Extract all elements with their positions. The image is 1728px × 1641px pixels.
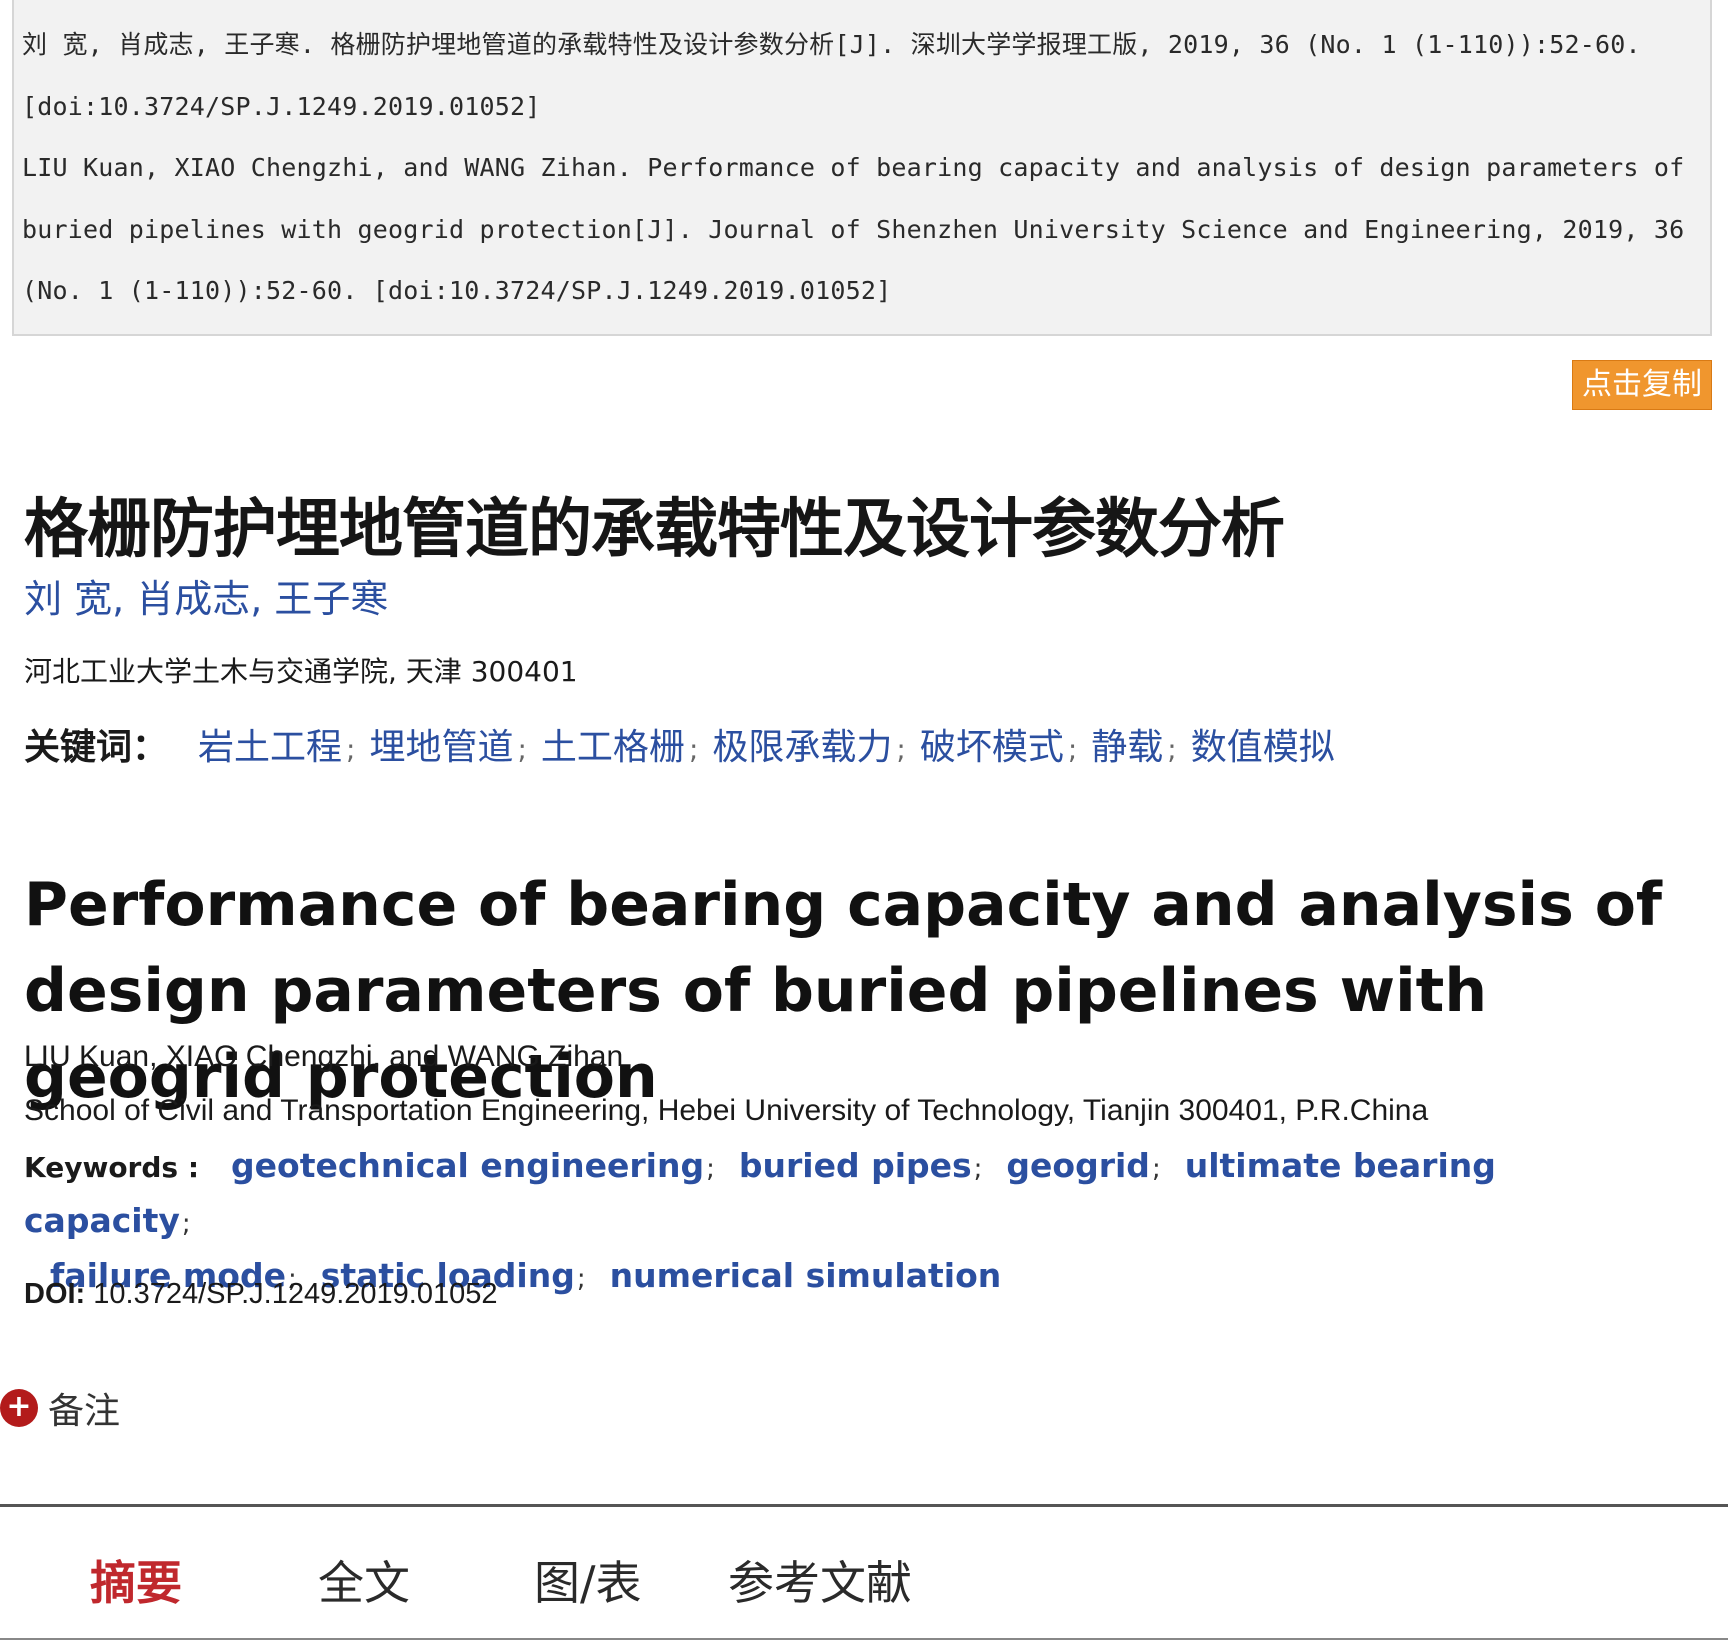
keyword-link-cn[interactable]: 极限承载力	[712, 727, 892, 768]
authors-en: LIU Kuan, XIAO Chengzhi, and WANG Zihan	[24, 1040, 624, 1073]
copy-citation-button[interactable]: 点击复制	[1572, 360, 1712, 410]
keyword-link-cn[interactable]: 埋地管道	[369, 727, 513, 768]
keyword-link-cn[interactable]: 数值模拟	[1191, 727, 1335, 768]
keyword-link-en[interactable]: numerical simulation	[610, 1256, 1002, 1295]
keyword-link-cn[interactable]: 破坏模式	[920, 727, 1064, 768]
section-tab-bar: 摘要 全文 图/表 参考文献	[0, 1507, 1728, 1639]
tab-figures-tables[interactable]: 图/表	[534, 1547, 642, 1613]
doi-line: DOI: 10.3724/SP.J.1249.2019.01052	[24, 1278, 498, 1311]
citation-text-cn: 刘 宽, 肖成志, 王子寒. 格栅防护埋地管道的承载特性及设计参数分析[J]. …	[22, 30, 1641, 121]
article-title-en: Performance of bearing capacity and anal…	[24, 870, 1663, 1112]
authors-cn[interactable]: 刘 宽, 肖成志, 王子寒	[24, 568, 388, 623]
notes-toggle[interactable]: + 备注	[0, 1386, 120, 1432]
citation-text-en: LIU Kuan, XIAO Chengzhi, and WANG Zihan.…	[22, 153, 1685, 305]
keyword-link-en[interactable]: geotechnical engineering	[231, 1146, 704, 1185]
keyword-link-cn[interactable]: 岩土工程	[198, 727, 342, 768]
plus-circle-icon: +	[0, 1389, 38, 1427]
tab-fulltext[interactable]: 全文	[318, 1547, 410, 1613]
keyword-link-en[interactable]: buried pipes	[739, 1146, 972, 1185]
tab-abstract[interactable]: 摘要	[90, 1547, 182, 1613]
notes-label: 备注	[48, 1391, 121, 1432]
doi-label: DOI:	[24, 1278, 86, 1310]
affiliation-cn: 河北工业大学土木与交通学院, 天津 300401	[24, 655, 578, 688]
keywords-cn: 关键词： 岩土工程; 埋地管道; 土工格栅; 极限承载力; 破坏模式; 静载; 数值模拟	[24, 727, 1335, 768]
article-title-cn: 格栅防护埋地管道的承载特性及设计参数分析	[24, 493, 1285, 567]
keyword-link-cn[interactable]: 静载	[1091, 727, 1163, 768]
keyword-link-cn[interactable]: 土工格栅	[541, 727, 685, 768]
tab-bar-bottom-border	[0, 1638, 1728, 1640]
keywords-label-en: Keywords :	[24, 1151, 200, 1184]
affiliation-en: School of Civil and Transportation Engin…	[24, 1094, 1429, 1127]
keywords-label-cn: 关键词：	[24, 727, 169, 768]
doi-value: 10.3724/SP.J.1249.2019.01052	[93, 1278, 498, 1310]
citation-box: 刘 宽, 肖成志, 王子寒. 格栅防护埋地管道的承载特性及设计参数分析[J]. …	[12, 0, 1712, 336]
keyword-link-en[interactable]: geogrid	[1006, 1146, 1150, 1185]
tab-references[interactable]: 参考文献	[728, 1547, 912, 1613]
